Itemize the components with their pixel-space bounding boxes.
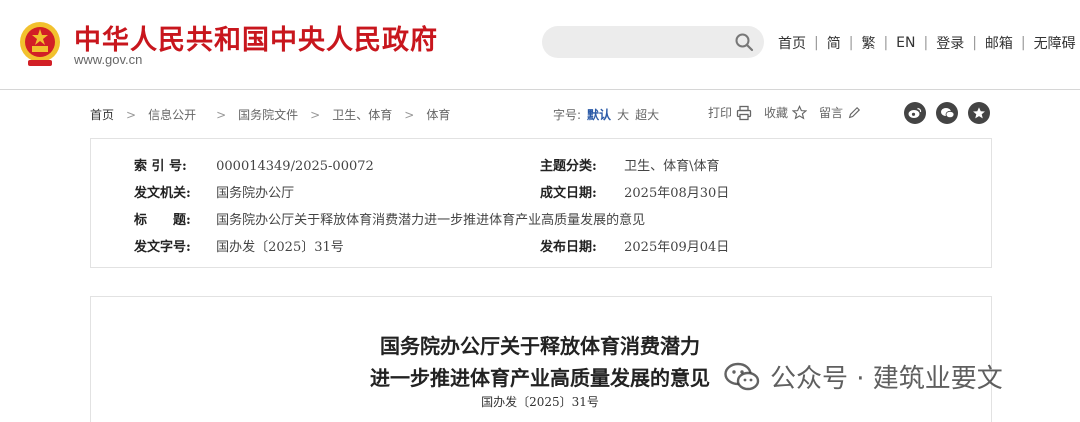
- title-value: 国务院办公厅关于释放体育消费潜力进一步推进体育产业高质量发展的意见: [216, 213, 646, 228]
- metadata-row: 发文字号: 国办发〔2025〕31号: [134, 236, 344, 255]
- written-date-value: 2025年08月30日: [624, 186, 730, 201]
- site-header: 中华人民共和国中央人民政府 www.gov.cn 首页 | 简 | 繁 | EN…: [0, 0, 1080, 90]
- chevron-right-icon: >: [310, 107, 321, 122]
- nav-login-link[interactable]: 登录: [936, 33, 964, 53]
- font-size-selector: 字号: 默认 大 超大: [553, 106, 659, 123]
- divider: |: [1020, 35, 1026, 51]
- divider: |: [814, 35, 819, 51]
- search-input[interactable]: [542, 26, 764, 58]
- printer-icon: [736, 105, 752, 120]
- nav-simplified-link[interactable]: 简: [827, 33, 841, 53]
- metadata-row: 索 引 号: 000014349/2025-00072: [134, 155, 374, 174]
- font-size-label: 字号:: [553, 108, 582, 122]
- chevron-right-icon: >: [216, 107, 227, 122]
- nav-accessibility-link[interactable]: 无障碍: [1034, 33, 1076, 53]
- share-icons: [904, 102, 990, 124]
- breadcrumb-state-council-docs[interactable]: 国务院文件: [238, 106, 298, 123]
- category-label: 主题分类:: [540, 159, 597, 174]
- divider: |: [883, 35, 889, 51]
- document-title-line-1: 国务院办公厅关于释放体育消费潜力: [380, 334, 700, 358]
- star-icon[interactable]: [968, 102, 990, 124]
- issuer-value: 国务院办公厅: [216, 186, 295, 201]
- written-date-label: 成文日期:: [540, 186, 597, 201]
- metadata-row: 标 题: 国务院办公厅关于释放体育消费潜力进一步推进体育产业高质量发展的意见: [134, 209, 645, 228]
- divider: |: [972, 35, 977, 51]
- nav-traditional-link[interactable]: 繁: [861, 33, 875, 53]
- chevron-right-icon: >: [404, 107, 415, 122]
- national-emblem-icon[interactable]: [18, 20, 62, 68]
- breadcrumb: 首页 > 信息公开 > 国务院文件 > 卫生、体育 > 体育: [90, 106, 450, 123]
- star-outline-icon: [792, 105, 808, 120]
- publish-date-value: 2025年09月04日: [624, 240, 730, 255]
- favorite-label: 收藏: [764, 106, 789, 120]
- metadata-row: 发文机关: 国务院办公厅: [134, 182, 294, 201]
- breadcrumb-sports[interactable]: 体育: [426, 106, 450, 123]
- index-number-label: 索 引 号:: [134, 159, 187, 174]
- font-size-large[interactable]: 大: [617, 106, 629, 123]
- pencil-icon: [848, 106, 861, 118]
- breadcrumb-home[interactable]: 首页: [90, 106, 114, 123]
- breadcrumb-health-sports[interactable]: 卫生、体育: [332, 106, 392, 123]
- top-nav: 首页 | 简 | 繁 | EN | 登录 | 邮箱 | 无障碍: [778, 33, 1076, 53]
- nav-home-link[interactable]: 首页: [778, 33, 806, 53]
- print-button[interactable]: 打印: [708, 104, 752, 121]
- article-tools: 打印 收藏 留言: [708, 104, 873, 121]
- category-value: 卫生、体育\体育: [624, 159, 720, 174]
- weibo-icon[interactable]: [904, 102, 926, 124]
- issuer-label: 发文机关:: [134, 186, 191, 201]
- breadcrumb-info-public[interactable]: 信息公开: [148, 106, 196, 123]
- document-number-value: 国办发〔2025〕31号: [216, 240, 344, 255]
- title-label: 标 题:: [134, 213, 191, 228]
- nav-english-link[interactable]: EN: [896, 35, 915, 51]
- font-size-xlarge[interactable]: 超大: [635, 106, 659, 123]
- comment-button[interactable]: 留言: [819, 104, 861, 121]
- favorite-button[interactable]: 收藏: [764, 104, 808, 121]
- chevron-right-icon: >: [126, 107, 137, 122]
- metadata-row: 成文日期: 2025年08月30日: [540, 182, 729, 201]
- document-number-label: 发文字号:: [134, 240, 191, 255]
- print-label: 打印: [708, 106, 733, 120]
- divider: |: [923, 35, 929, 51]
- wechat-watermark: 公众号 · 建筑业要文: [724, 358, 1003, 395]
- document-number: 国办发〔2025〕31号: [481, 395, 599, 409]
- wechat-icon[interactable]: [936, 102, 958, 124]
- metadata-row: 主题分类: 卫生、体育\体育: [540, 155, 720, 174]
- wechat-logo-icon: [724, 362, 760, 390]
- watermark-text: 公众号 · 建筑业要文: [770, 364, 1003, 394]
- index-number-value: 000014349/2025-00072: [216, 159, 374, 174]
- divider: |: [848, 35, 854, 51]
- metadata-row: 发布日期: 2025年09月04日: [540, 236, 729, 255]
- publish-date-label: 发布日期:: [540, 240, 597, 255]
- site-domain: www.gov.cn: [74, 52, 143, 67]
- font-size-default[interactable]: 默认: [587, 106, 611, 123]
- search-icon[interactable]: [734, 32, 754, 52]
- nav-mail-link[interactable]: 邮箱: [985, 33, 1013, 53]
- comment-label: 留言: [819, 106, 844, 120]
